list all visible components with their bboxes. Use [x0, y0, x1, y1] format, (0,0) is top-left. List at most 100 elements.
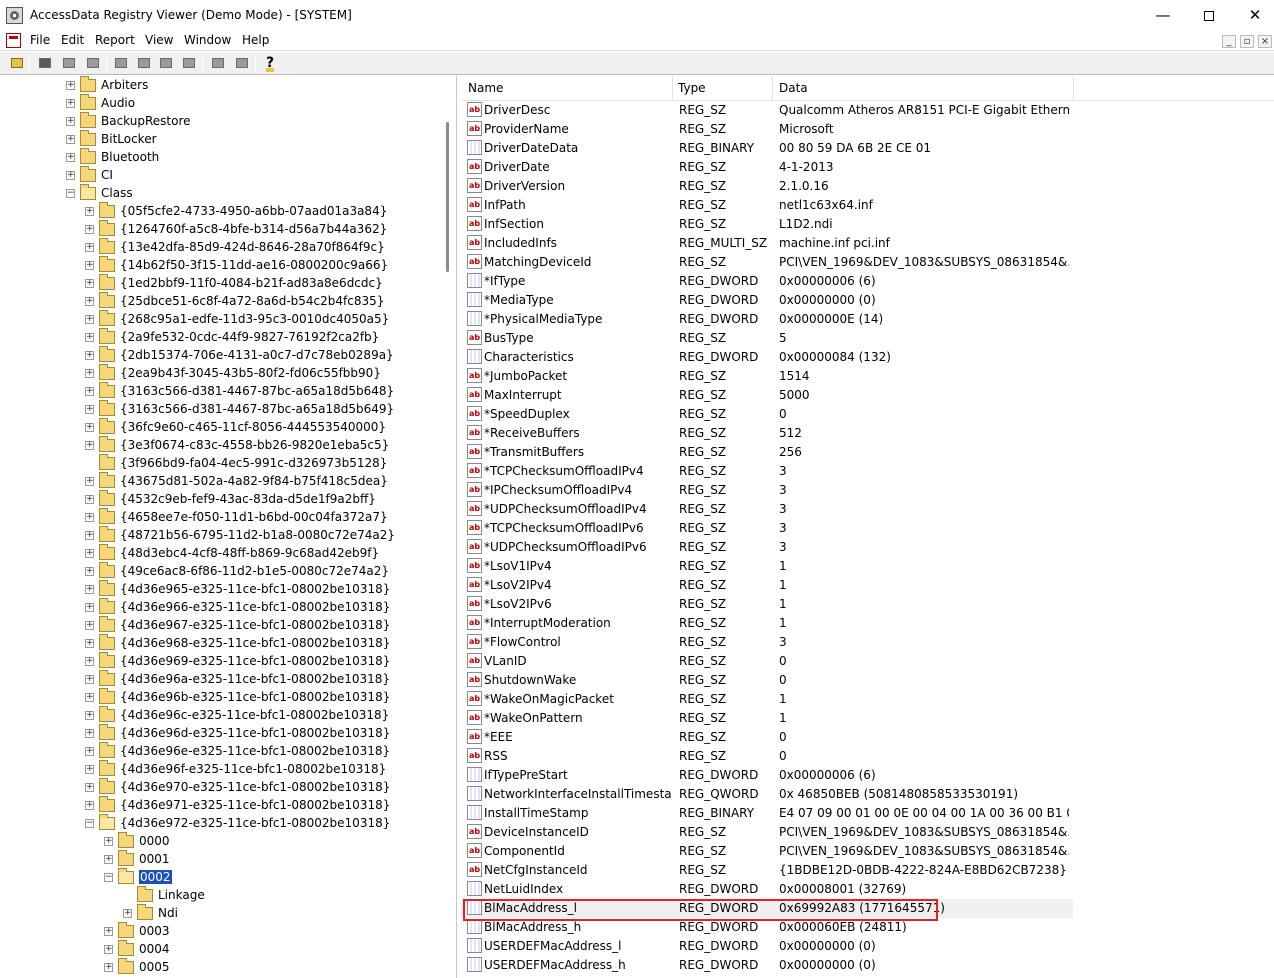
expand-icon[interactable]: + — [104, 855, 113, 864]
tree-node[interactable]: + {48721b56-6795-11d2-b1a8-0080c72e74a2} — [85, 526, 440, 545]
maximize-button[interactable] — [1186, 0, 1232, 31]
expand-icon[interactable]: + — [104, 837, 113, 846]
tree-node[interactable]: +0004 — [104, 940, 440, 959]
menu-file[interactable]: File — [30, 33, 50, 47]
export-button[interactable] — [112, 55, 130, 72]
expand-icon[interactable]: + — [85, 675, 94, 684]
remove-key-button[interactable] — [233, 55, 251, 72]
registry-value-row[interactable]: ab ProviderName REG_SZ Microsoft — [461, 120, 1073, 139]
registry-value-row[interactable]: ab *FlowControl REG_SZ 3 — [461, 633, 1073, 652]
menu-view[interactable]: View — [145, 33, 173, 47]
tree-node[interactable]: + {4d36e971-e325-11ce-bfc1-08002be10318} — [85, 796, 440, 815]
expand-icon[interactable]: + — [85, 801, 94, 810]
menu-help[interactable]: Help — [242, 33, 269, 47]
registry-value-row[interactable]: ab *InterruptModeration REG_SZ 1 — [461, 614, 1073, 633]
tree-node[interactable]: + {4d36e96c-e325-11ce-bfc1-08002be10318} — [85, 706, 440, 725]
expand-icon[interactable]: + — [85, 747, 94, 756]
menu-report[interactable]: Report — [95, 33, 135, 47]
app-icon[interactable] — [6, 7, 23, 24]
expand-icon[interactable]: + — [66, 135, 75, 144]
tree-node[interactable]: − 0002 — [104, 868, 440, 887]
expand-icon[interactable]: + — [85, 603, 94, 612]
tree-node[interactable]: + {1264760f-a5c8-4bfe-b314-d56a7b44a362} — [85, 220, 440, 239]
expand-icon[interactable]: + — [85, 207, 94, 216]
tree-scrollbar-thumb[interactable] — [446, 122, 449, 272]
registry-value-row[interactable]: ab *WakeOnMagicPacket REG_SZ 1 — [461, 690, 1073, 709]
registry-value-row[interactable]: ab NetCfgInstanceId REG_SZ {1BDBE12D-0BDB-4… — [461, 861, 1073, 880]
expand-icon[interactable]: + — [85, 783, 94, 792]
registry-value-row[interactable]: ab *SpeedDuplex REG_SZ 0 — [461, 405, 1073, 424]
registry-value-row[interactable]: ab *UDPChecksumOffloadIPv6 REG_SZ 3 — [461, 538, 1073, 557]
expand-icon[interactable]: + — [66, 117, 75, 126]
tree-node[interactable]: − {4d36e972-e325-11ce-bfc1-08002be10318} — [85, 814, 440, 833]
tree-node[interactable]: + {4d36e96a-e325-11ce-bfc1-08002be10318} — [85, 670, 440, 689]
expand-icon[interactable]: + — [85, 639, 94, 648]
registry-value-row[interactable]: ab IncludedInfs REG_MULTI_SZ machine.inf pc… — [461, 234, 1073, 253]
tree-node[interactable]: + {4d36e968-e325-11ce-bfc1-08002be10318} — [85, 634, 440, 653]
tree-node[interactable]: + CI — [66, 166, 440, 185]
expand-icon[interactable]: + — [85, 405, 94, 414]
expand-icon[interactable]: + — [85, 261, 94, 270]
document-menu-icon[interactable] — [6, 33, 21, 48]
edit-report-button[interactable] — [157, 55, 175, 72]
tree-node[interactable]: + BitLocker — [66, 130, 440, 149]
view-report-button[interactable] — [180, 55, 198, 72]
help-button[interactable]: ? — [261, 55, 279, 72]
report-button[interactable] — [135, 55, 153, 72]
registry-value-row[interactable]: ab VLanID REG_SZ 0 — [461, 652, 1073, 671]
tree-node[interactable]: + {48d3ebc4-4cf8-48ff-b869-9c68ad42eb9f} — [85, 544, 440, 563]
expand-icon[interactable]: + — [85, 621, 94, 630]
expand-icon[interactable]: + — [66, 81, 75, 90]
expand-icon[interactable]: + — [85, 495, 94, 504]
tree-node[interactable]: + Arbiters — [66, 76, 440, 95]
registry-value-row[interactable]: ab *ReceiveBuffers REG_SZ 512 — [461, 424, 1073, 443]
registry-value-row[interactable]: ab *WakeOnPattern REG_SZ 1 — [461, 709, 1073, 728]
tree-node[interactable]: + {1ed2bbf9-11f0-4084-b21f-ad83a8e6dcdc} — [85, 274, 440, 293]
expand-icon[interactable]: + — [85, 567, 94, 576]
tree-node[interactable]: + Ndi — [123, 904, 440, 923]
tree-node[interactable]: + {2ea9b43f-3045-43b5-80f2-fd06c55fbb90} — [85, 364, 440, 383]
tree-node[interactable]: + {4d36e970-e325-11ce-bfc1-08002be10318} — [85, 778, 440, 797]
tree-node[interactable]: + {4d36e965-e325-11ce-bfc1-08002be10318} — [85, 580, 440, 599]
expand-icon[interactable]: + — [85, 315, 94, 324]
collapse-icon[interactable]: − — [104, 873, 113, 882]
tree-node[interactable]: + BackupRestore — [66, 112, 440, 131]
expand-icon[interactable]: + — [85, 585, 94, 594]
expand-icon[interactable]: + — [85, 441, 94, 450]
registry-value-row[interactable]: IfTypePreStart REG_DWORD 0x00000006 (6) — [461, 766, 1073, 785]
registry-value-row[interactable]: ab *LsoV2IPv4 REG_SZ 1 — [461, 576, 1073, 595]
tree-node[interactable]: + {4532c9eb-fef9-43ac-83da-d5de1f9a2bff} — [85, 490, 440, 509]
tree-node[interactable]: + {4d36e969-e325-11ce-bfc1-08002be10318} — [85, 652, 440, 671]
column-divider[interactable] — [772, 76, 773, 101]
close-button[interactable]: ✕ — [1232, 0, 1274, 31]
tree-node[interactable]: Linkage — [123, 886, 440, 905]
column-type-header[interactable]: Type — [678, 81, 706, 95]
values-list[interactable]: Name Type Data ab DriverDesc REG_SZ Qualcom… — [461, 76, 1274, 978]
registry-value-row[interactable]: ab DeviceInstanceID REG_SZ PCI\VEN_1969&DEV… — [461, 823, 1073, 842]
tree-node[interactable]: + {4d36e96b-e325-11ce-bfc1-08002be10318} — [85, 688, 440, 707]
expand-icon[interactable]: + — [85, 351, 94, 360]
tree-node[interactable]: + {4d36e96f-e325-11ce-bfc1-08002be10318} — [85, 760, 440, 779]
open-file-button[interactable] — [8, 55, 26, 72]
column-divider[interactable] — [672, 76, 673, 101]
registry-value-row[interactable]: DriverDateData REG_BINARY 00 80 59 DA 6B 2… — [461, 139, 1073, 158]
expand-icon[interactable]: + — [66, 99, 75, 108]
tree-node[interactable]: +0000 — [104, 832, 440, 851]
registry-value-row[interactable]: ab MaxInterrupt REG_SZ 5000 — [461, 386, 1073, 405]
expand-icon[interactable]: + — [85, 297, 94, 306]
registry-value-row[interactable]: ab *JumboPacket REG_SZ 1514 — [461, 367, 1073, 386]
find-button[interactable] — [60, 55, 78, 72]
tree-node[interactable]: +0003 — [104, 922, 440, 941]
registry-value-row[interactable]: ab DriverDesc REG_SZ Qualcomm Atheros AR815… — [461, 101, 1073, 120]
add-key-button[interactable] — [209, 55, 227, 72]
expand-icon[interactable]: + — [66, 171, 75, 180]
registry-value-row[interactable]: ab DriverDate REG_SZ 4-1-2013 — [461, 158, 1073, 177]
tree-node[interactable]: + {05f5cfe2-4733-4950-a6bb-07aad01a3a84} — [85, 202, 440, 221]
menu-edit[interactable]: Edit — [61, 33, 84, 47]
expand-icon[interactable]: + — [85, 729, 94, 738]
registry-value-row[interactable]: ab *LsoV2IPv6 REG_SZ 1 — [461, 595, 1073, 614]
registry-value-row[interactable]: ab ShutdownWake REG_SZ 0 — [461, 671, 1073, 690]
registry-value-row[interactable]: *IfType REG_DWORD 0x00000006 (6) — [461, 272, 1073, 291]
tree-node[interactable]: + {14b62f50-3f15-11dd-ae16-0800200c9a66} — [85, 256, 440, 275]
expand-icon[interactable]: + — [85, 711, 94, 720]
